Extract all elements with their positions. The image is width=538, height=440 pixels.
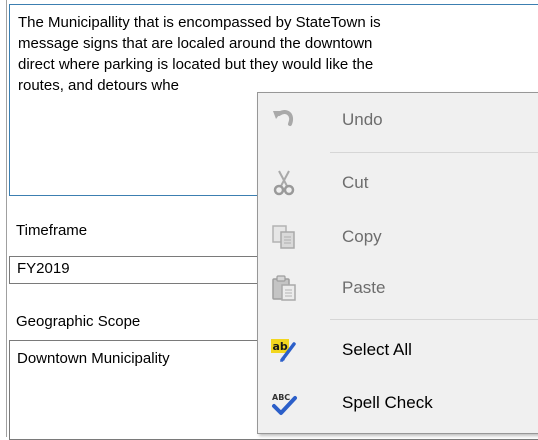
description-line: The Municipallity that is encompassed by…: [18, 14, 381, 31]
menu-item-copy[interactable]: Copy: [258, 217, 538, 257]
menu-item-paste[interactable]: Paste: [258, 268, 538, 308]
menu-separator: [330, 152, 538, 153]
description-line: direct where parking is located but they…: [18, 56, 374, 73]
menu-item-label: Copy: [342, 227, 382, 246]
geographic-scope-value: Downtown Municipality: [17, 350, 170, 367]
select-all-icon: ab: [270, 336, 298, 364]
svg-text:ab: ab: [273, 340, 288, 353]
menu-item-label: Select All: [342, 340, 412, 359]
menu-item-label: Spell Check: [342, 393, 433, 412]
svg-text:ABC: ABC: [272, 393, 290, 402]
paste-icon: [270, 274, 298, 302]
copy-icon: [270, 223, 298, 251]
menu-item-cut[interactable]: Cut: [258, 163, 538, 203]
menu-item-undo[interactable]: Undo: [258, 100, 538, 140]
menu-item-label: Cut: [342, 173, 369, 192]
menu-separator: [330, 319, 538, 320]
description-line: message signs that are localed around th…: [18, 35, 373, 52]
panel-left-border: [6, 0, 7, 437]
context-menu: Undo Cut Copy Paste ab Select All ABC Sp…: [257, 92, 538, 434]
menu-item-spell-check[interactable]: ABC Spell Check: [258, 383, 538, 423]
timeframe-label: Timeframe: [16, 222, 88, 239]
spell-check-icon: ABC: [270, 389, 298, 417]
menu-item-select-all[interactable]: ab Select All: [258, 330, 538, 370]
scissors-icon: [270, 169, 298, 197]
geographic-scope-label: Geographic Scope: [16, 313, 141, 330]
menu-item-label: Undo: [342, 110, 383, 129]
undo-icon: [270, 106, 298, 134]
menu-item-label: Paste: [342, 278, 386, 297]
